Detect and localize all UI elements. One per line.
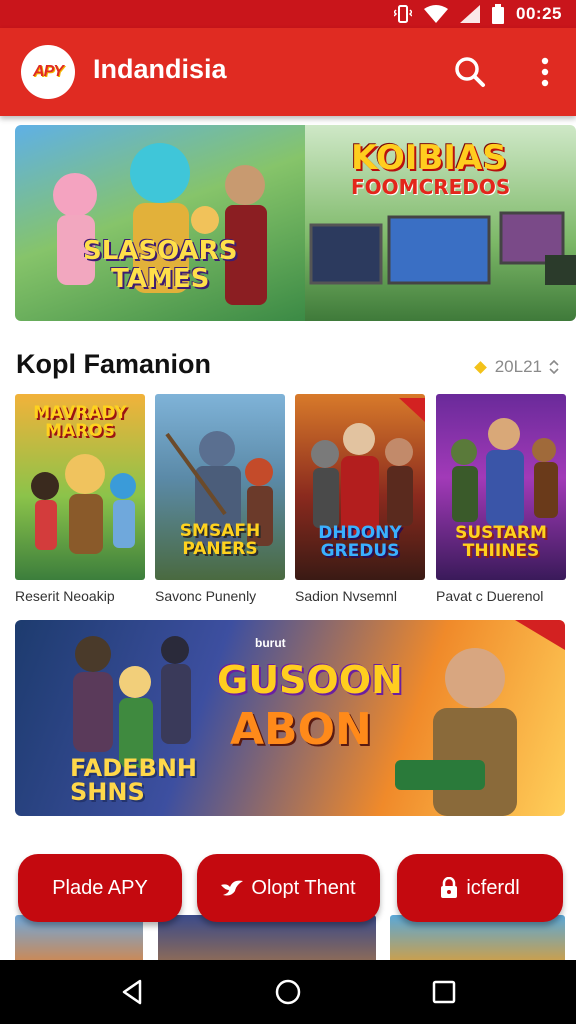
banner-title: KOIBIAS [351,138,507,178]
game-caption: Pavat c Duerenol [436,588,544,604]
more-options-button[interactable] [530,52,560,92]
feature-subtitle: ABON [230,704,372,755]
section-meta-text: 20L21 [494,357,542,376]
feature-badge: FADEBNH SHNS [70,756,197,804]
banner-badge-line2: TAMES [111,264,210,294]
nav-recents-button[interactable] [428,976,460,1008]
battery-icon [492,4,505,24]
pill-label: Olopt Thent [251,876,356,899]
game-card[interactable]: MAVRADY MAROS Reserit Neoakip [15,394,145,604]
recents-square-icon [432,980,456,1004]
game-caption: Sadion Nvsemnl [295,588,397,604]
bird-icon [221,880,244,896]
thumbnail-title: DHDONY GREDUS [318,523,402,561]
more-vert-icon [541,57,549,87]
feature-badge-line1: FADEBNH [70,754,197,782]
section-meta[interactable]: 20L21 [473,357,560,377]
sort-arrows-icon [549,360,559,374]
feature-tag: burut [255,636,286,650]
app-title: Indandisia [93,54,227,84]
game-thumbnail: MAVRADY MAROS [15,394,145,580]
game-card[interactable]: SMSAFH PANERS Savonc Punenly [155,394,285,604]
signal-icon [460,5,481,23]
game-thumbnail: SMSAFH PANERS [155,394,285,580]
nav-home-button[interactable] [272,976,304,1008]
game-thumbnail: SUSTARM THIINES [436,394,566,580]
icferdl-button[interactable]: icferdl [397,854,563,922]
status-time: 00:25 [516,4,562,23]
pill-label: icferdl [466,876,520,899]
game-caption: Savonc Punenly [155,588,257,604]
thumbnail-title: SUSTARM THIINES [455,523,547,561]
home-circle-icon [275,979,301,1005]
hero-banner[interactable]: KOIBIAS FOOMCREDOS SLASOARS TAMES [15,125,576,321]
game-thumbnail: DHDONY GREDUS [295,394,425,580]
game-card[interactable]: DHDONY GREDUS Sadion Nvsemnl [295,394,425,604]
logo-text: APY [33,63,64,80]
game-card[interactable]: SUSTARM THIINES Pavat c Duerenol [436,394,566,604]
diamond-icon [473,360,487,374]
app-logo[interactable]: APY [21,45,75,99]
game-caption: Reserit Neoakip [15,588,115,604]
play-apy-button[interactable]: Plade APY [18,854,182,922]
search-button[interactable] [450,52,490,92]
nav-back-button[interactable] [116,976,148,1008]
olopt-thent-button[interactable]: Olopt Thent [197,854,380,922]
banner-subtitle: FOOMCREDOS [351,175,511,199]
vibrate-icon [394,5,413,23]
feature-banner[interactable]: burut GUSOON ABON FADEBNH SHNS [15,620,565,816]
status-bar: 00:25 [0,0,576,28]
lock-icon [441,877,458,898]
app-bar: APY Indandisia [0,28,576,116]
feature-title: GUSOON [217,658,403,702]
system-nav-bar [0,960,576,1024]
banner-badge: SLASOARS TAMES [83,237,237,293]
back-triangle-icon [122,979,142,1005]
search-icon [455,57,485,87]
pill-label: Plade APY [52,876,148,899]
feature-badge-line2: SHNS [70,778,145,806]
banner-badge-line1: SLASOARS [83,236,238,266]
thumbnail-title: SMSAFH PANERS [179,521,261,559]
section-title: Kopl Famanion [16,349,211,379]
wifi-icon [424,5,449,23]
